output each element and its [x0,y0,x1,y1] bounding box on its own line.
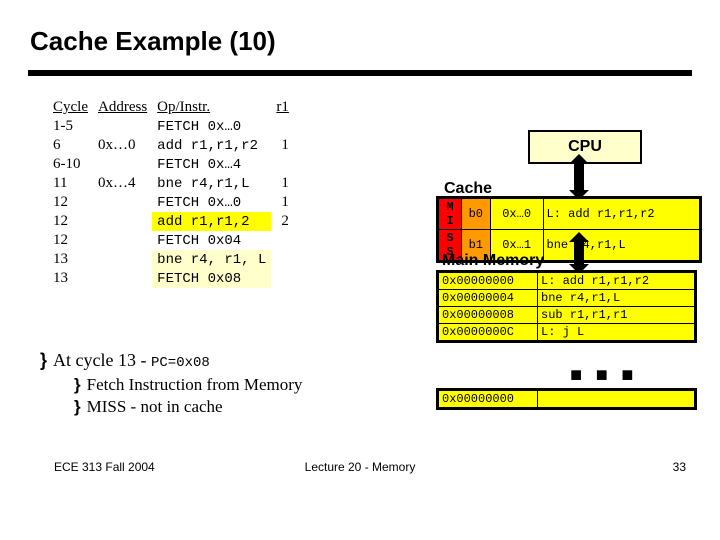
mem-table: 0x00000000L: add r1,r1,r20x00000004bne r… [436,270,697,343]
mem-row: 0x0000000CL: j L [439,324,695,341]
trace-table: Cycle Address Op/Instr. r1 1-5FETCH 0x…0… [48,98,294,288]
arrow-cache-mem [574,240,584,266]
col-r1: r1 [271,98,294,117]
footer-center: Lecture 20 - Memory [0,460,720,474]
mem-tail: 0x00000000 [436,388,697,410]
bullets: }At cycle 13 - PC=0x08 }Fetch Instructio… [40,348,302,419]
mem-row: 0x00000004bne r4,r1,L [439,290,695,307]
bullet-1-text: At cycle 13 - [53,350,151,370]
trace-row: 12FETCH 0x04 [48,231,294,250]
footer-right: 33 [673,460,686,474]
trace-row: 6-10FETCH 0x…4 [48,155,294,174]
cache-row: MIb00x…0L: add r1,r1,r2 [439,199,700,230]
col-cycle: Cycle [48,98,93,117]
trace-row: 1-5FETCH 0x…0 [48,117,294,136]
bullet-2a: Fetch Instruction from Memory [87,375,303,394]
trace-row: 60x…0add r1,r1,r21 [48,136,294,155]
trace-row: 13bne r4, r1, L [48,250,294,269]
col-op: Op/Instr. [152,98,271,117]
trace-row: 13FETCH 0x08 [48,269,294,288]
trace-row: 12FETCH 0x…01 [48,193,294,212]
ellipsis-icon: ■ ■ ■ [570,364,637,387]
trace-row: 110x…4bne r4,r1,L1 [48,174,294,193]
bullet-1-code: PC=0x08 [151,355,210,371]
trace-row: 12add r1,r1,22 [48,212,294,231]
mem-row: 0x00000000L: add r1,r1,r2 [439,273,695,290]
mem-tail-addr: 0x00000000 [439,391,538,408]
col-addr: Address [93,98,152,117]
mem-tail-instr [538,391,695,408]
title-rule [28,70,692,76]
mem-label: Main Memory [442,252,544,270]
arrow-cpu-cache [574,162,584,192]
mem-row: 0x00000008sub r1,r1,r1 [439,307,695,324]
bullet-2b: MISS - not in cache [87,397,223,416]
page-title: Cache Example (10) [30,26,276,57]
